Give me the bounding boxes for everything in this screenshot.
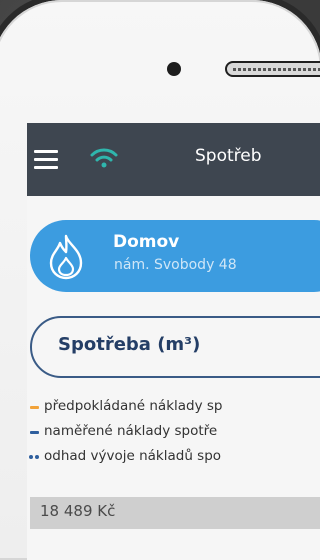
location-address: nám. Svobody 48 xyxy=(114,257,237,273)
chart-legend: předpokládané náklady sp naměřené náklad… xyxy=(27,395,320,470)
legend-label: předpokládané náklady sp xyxy=(44,398,223,414)
wifi-icon[interactable] xyxy=(89,146,119,170)
consumption-button-label: Spotřeba (m³) xyxy=(58,334,201,355)
hamburger-menu-icon[interactable] xyxy=(34,150,58,169)
legend-item-measured-costs: naměřené náklady spotře xyxy=(27,420,320,445)
location-card[interactable]: Domov nám. Svobody 48 xyxy=(30,220,320,292)
consumption-unit-button[interactable]: Spotřeba (m³) xyxy=(30,316,320,378)
blue-dash-marker xyxy=(30,431,39,434)
location-name: Domov xyxy=(113,232,180,252)
flame-icon xyxy=(49,234,83,280)
page-title: Spotřeb xyxy=(195,146,262,166)
app-screen: Spotřeb Domov nám. Svobody 48 Spotřeba (… xyxy=(27,123,320,560)
blue-dots-marker xyxy=(29,455,41,459)
app-bar: Spotřeb xyxy=(27,123,320,196)
phone-frame: Spotřeb Domov nám. Svobody 48 Spotřeba (… xyxy=(0,0,320,560)
legend-label: odhad vývoje nákladů spo xyxy=(44,448,222,464)
legend-item-expected-costs: předpokládané náklady sp xyxy=(27,395,320,420)
front-camera xyxy=(167,62,181,76)
earpiece-speaker xyxy=(225,61,320,77)
orange-dash-marker xyxy=(30,406,39,409)
chart-top-value: 18 489 Kč xyxy=(40,502,116,520)
legend-label: naměřené náklady spotře xyxy=(44,423,218,439)
legend-item-cost-estimate: odhad vývoje nákladů spo xyxy=(27,445,320,470)
speaker-grille xyxy=(233,68,320,71)
